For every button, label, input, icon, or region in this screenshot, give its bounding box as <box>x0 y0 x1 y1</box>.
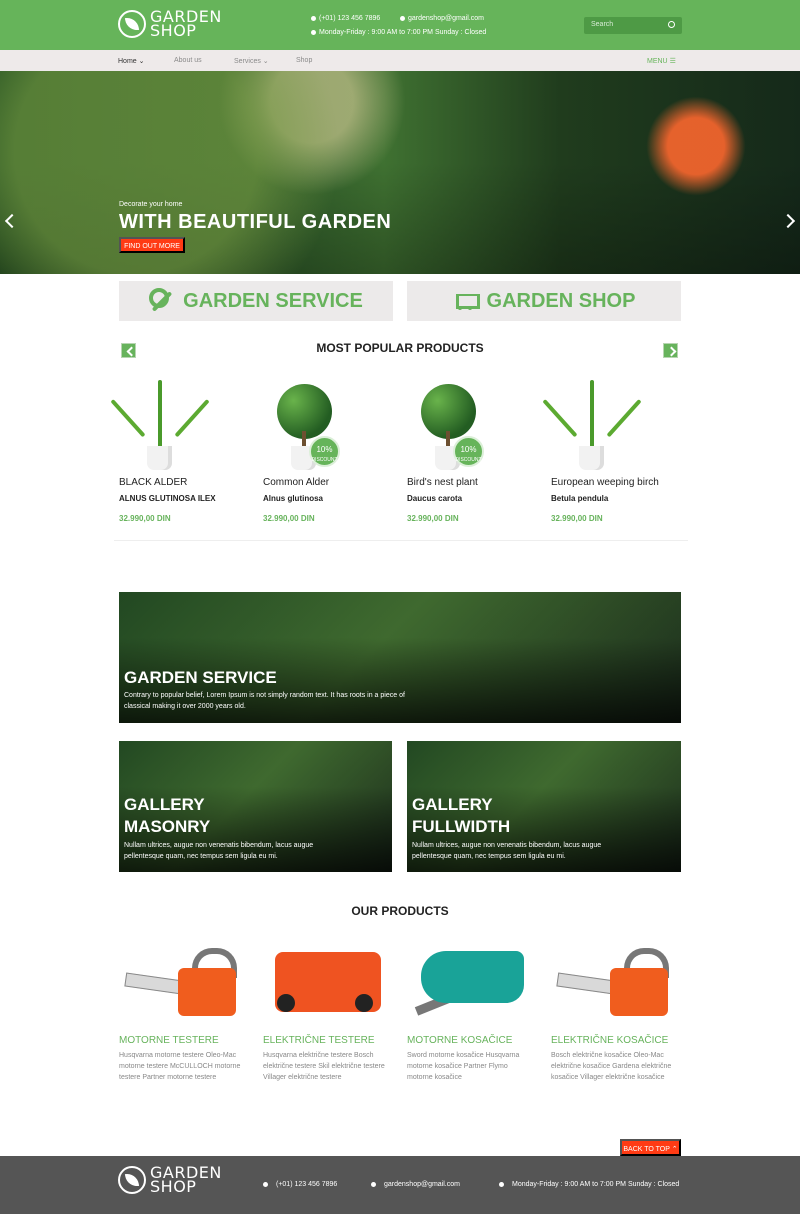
gallery-fullwidth-card[interactable]: GALLERY FULLWIDTH Nullam ultrices, augue … <box>407 741 681 872</box>
product-category-description: Husqvarna električne testere Bosch elektr… <box>263 1052 385 1081</box>
chevron-up-icon: ⌃ <box>671 1146 678 1153</box>
nav-home[interactable]: Home ⌄ <box>118 57 145 65</box>
garden-service-title: GARDEN SERVICE <box>124 668 277 687</box>
product-card[interactable]: 10% DISCOUNT Bird's nest plant Daucus car… <box>407 376 539 527</box>
search-icon[interactable] <box>668 21 675 28</box>
header-email[interactable]: gardenshop@gmail.com <box>400 15 484 22</box>
mower-product-card[interactable] <box>263 937 390 1025</box>
product-name: Bird's nest plant <box>407 477 478 488</box>
email-icon <box>400 16 405 21</box>
gallery-masonry-description: Nullam ultrices, augue non venenatis bib… <box>124 842 314 860</box>
find-out-more-button[interactable]: FIND OUT MORE <box>119 237 185 253</box>
footer-hours: Monday-Friday : 9:00 AM to 7:00 PM Sunda… <box>499 1181 679 1188</box>
product-price: 32.990,00 DIN <box>551 514 603 523</box>
plant-image <box>158 380 162 448</box>
hero-subtitle: Decorate your home <box>119 201 183 208</box>
trimmer-body-image <box>421 951 524 1003</box>
header-hours: Monday-Friday : 9:00 AM to 7:00 PM Sunda… <box>311 29 486 36</box>
clock-icon <box>311 30 316 35</box>
search-input[interactable]: Search <box>584 17 682 34</box>
product-name: BLACK ALDER <box>119 477 188 488</box>
chainsaw-image <box>124 943 239 1019</box>
brand-logo[interactable]: GARDEN SHOP <box>118 7 222 40</box>
email-icon <box>371 1182 376 1187</box>
product-category-title[interactable]: ELEKTRIČNE KOSAČICE <box>551 1035 668 1046</box>
popular-products-title: MOST POPULAR PRODUCTS <box>316 341 484 355</box>
product-category-description: Husqvarna motorne testere Oleo-Mac motorn… <box>119 1052 241 1081</box>
gallery-fullwidth-title: GALLERY FULLWIDTH <box>412 795 511 836</box>
product-category-description: Bosch električne kosačice Oleo-Mac elektr… <box>551 1052 672 1081</box>
product-price: 32.990,00 DIN <box>119 514 171 523</box>
nav-services[interactable]: Services ⌄ <box>234 57 269 65</box>
product-card[interactable]: BLACK ALDER ALNUS GLUTINOSA ILEX 32.990,… <box>119 376 251 527</box>
product-category-title[interactable]: ELEKTRIČNE TESTERE <box>263 1035 375 1046</box>
saw-body-image <box>610 968 668 1016</box>
plant-image <box>590 380 594 448</box>
clock-icon <box>499 1182 504 1187</box>
footer-brand-name: GARDEN SHOP <box>150 1163 222 1196</box>
product-category-title[interactable]: MOTORNE KOSAČICE <box>407 1035 512 1046</box>
hero-prev-arrow[interactable] <box>4 213 20 229</box>
product-latin-name: Daucus carota <box>407 494 463 503</box>
garden-shop-link[interactable]: GARDEN SHOP <box>407 281 681 321</box>
hero-next-arrow[interactable] <box>780 213 796 229</box>
chainsaw-product-card[interactable] <box>119 937 246 1025</box>
main-navigation: Home ⌄ About us Services ⌄ Shop MENU ☰ <box>0 50 800 71</box>
discount-badge: 10% DISCOUNT <box>309 436 340 467</box>
menu-button[interactable]: MENU ☰ <box>647 57 676 65</box>
product-name: European weeping birch <box>551 477 659 488</box>
garden-service-banner[interactable]: GARDEN SERVICE Contrary to popular belie… <box>119 592 681 723</box>
saw-body-image <box>178 968 236 1016</box>
phone-icon <box>263 1182 268 1187</box>
product-card[interactable]: 10% DISCOUNT Common Alder Alnus glutinosa… <box>263 376 395 527</box>
product-name: Common Alder <box>263 477 330 488</box>
chevron-down-icon: ⌄ <box>262 58 269 65</box>
electric-chainsaw-image <box>556 943 671 1019</box>
hero-title: WITH BEAUTIFUL GARDEN <box>119 211 392 233</box>
lawn-mower-image <box>269 943 383 1019</box>
product-latin-name: Betula pendula <box>551 494 609 503</box>
product-latin-name: Alnus glutinosa <box>263 494 323 503</box>
phone-icon <box>311 16 316 21</box>
our-products-title: OUR PRODUCTS <box>351 904 449 918</box>
nav-shop[interactable]: Shop <box>296 57 312 64</box>
brand-name: GARDEN SHOP <box>150 7 222 40</box>
wrench-icon <box>149 288 173 313</box>
product-price: 32.990,00 DIN <box>407 514 459 523</box>
footer-logo[interactable]: GARDEN SHOP <box>118 1163 222 1196</box>
pot-image <box>147 446 172 470</box>
pot-image <box>579 446 604 470</box>
section-divider <box>114 540 688 541</box>
footer-phone: (+01) 123 456 7896 <box>263 1181 337 1188</box>
gallery-masonry-card[interactable]: GALLERY MASONRY Nullam ultrices, augue no… <box>119 741 392 872</box>
hedge-trimmer-image <box>413 943 527 1019</box>
top-header: GARDEN SHOP (+01) 123 456 7896 gardenshop… <box>0 0 800 50</box>
product-card[interactable]: European weeping birch Betula pendula 32… <box>551 376 683 527</box>
garden-service-link[interactable]: GARDEN SERVICE <box>119 281 393 321</box>
leaf-logo-icon <box>118 10 146 38</box>
electric-chainsaw-product-card[interactable] <box>551 937 678 1025</box>
chevron-down-icon: ⌄ <box>138 58 145 65</box>
hamburger-icon: ☰ <box>669 58 676 65</box>
cart-icon <box>453 291 480 311</box>
leaf-logo-icon <box>118 1166 146 1194</box>
gallery-masonry-title: GALLERY MASONRY <box>124 795 211 836</box>
footer: GARDEN SHOP (+01) 123 456 7896 gardenshop… <box>0 1156 800 1214</box>
gallery-fullwidth-description: Nullam ultrices, augue non venenatis bib… <box>412 842 602 860</box>
garden-service-description: Contrary to popular belief, Lorem Ipsum … <box>124 692 405 710</box>
footer-email[interactable]: gardenshop@gmail.com <box>371 1181 460 1188</box>
hedge-trimmer-product-card[interactable] <box>407 937 534 1025</box>
product-category-title[interactable]: MOTORNE TESTERE <box>119 1035 219 1046</box>
popular-next-arrow[interactable] <box>663 343 678 358</box>
discount-badge: 10% DISCOUNT <box>453 436 484 467</box>
header-phone: (+01) 123 456 7896 <box>311 15 380 22</box>
product-latin-name: ALNUS GLUTINOSA ILEX <box>119 494 216 503</box>
product-price: 32.990,00 DIN <box>263 514 315 523</box>
nav-about[interactable]: About us <box>174 57 202 64</box>
back-to-top-button[interactable]: BACK TO TOP ⌃ <box>620 1139 681 1156</box>
mower-body-image <box>275 952 381 1012</box>
product-category-description: Sword motorne kosačice Husqvarna motorne … <box>407 1052 520 1081</box>
